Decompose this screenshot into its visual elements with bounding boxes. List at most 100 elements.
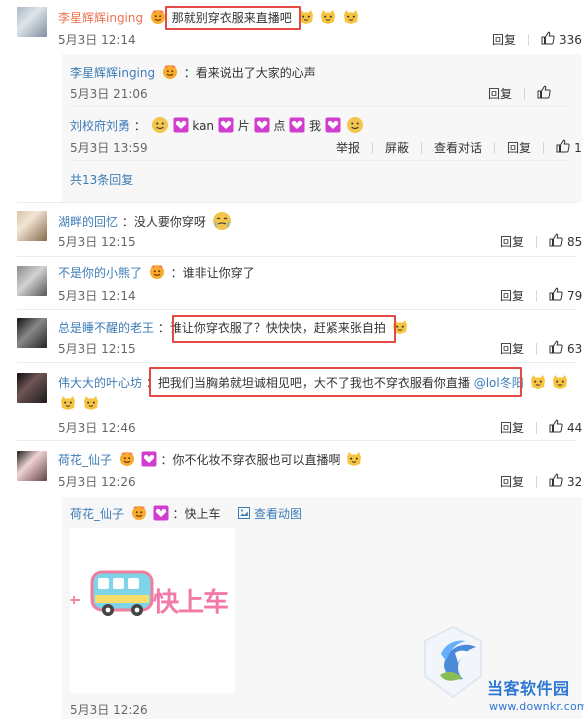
avatar[interactable] [17, 451, 47, 481]
reply-time: 5月3日 13:59 [70, 141, 148, 155]
fox-face-icon [391, 318, 409, 336]
thumbs-up-icon [549, 233, 563, 250]
like-button[interactable]: 63 [549, 340, 582, 357]
reply-time: 5月3日 21:06 [70, 87, 148, 101]
avatar[interactable] [17, 373, 47, 403]
avatar[interactable] [17, 318, 47, 348]
reply-inline-text: 点 [273, 119, 286, 133]
image-caption: 快上车 [153, 588, 229, 618]
heart-icon [325, 117, 341, 133]
comment-actions: 回复 85 [500, 233, 582, 250]
action-divider [528, 33, 530, 46]
heart-icon [141, 451, 157, 467]
more-replies-link[interactable]: 共13条回复 [70, 172, 133, 188]
action-divider [494, 141, 496, 154]
fox-face-icon [529, 373, 547, 391]
reply-line: 李星辉辉inging ：看来说出了大家的心声 [70, 64, 316, 81]
reply-inline-text: kan [192, 119, 215, 133]
emoji-icon [151, 116, 169, 134]
comment-separator [17, 362, 577, 363]
action-divider [536, 289, 538, 302]
vip-badge-icon [131, 505, 147, 521]
comment-actions: 回复 63 [500, 340, 582, 357]
fox-face-icon [82, 394, 100, 412]
like-count: 79 [567, 288, 583, 303]
reply-author[interactable]: 李星辉辉inging [70, 66, 155, 80]
action-divider [536, 235, 538, 248]
action-divider [543, 141, 545, 154]
like-button[interactable] [537, 85, 551, 102]
comment-text: ：把我们当胸弟就坦诚相见吧，大不了我也不穿衣服看你直播 [145, 376, 470, 390]
comment-author[interactable]: 总是睡不醒的老王 [58, 321, 154, 335]
animated-image[interactable]: 快上车 [70, 528, 235, 693]
like-button[interactable]: 79 [549, 287, 582, 304]
fox-face-icon [551, 373, 569, 391]
report-button[interactable]: 举报 [336, 139, 360, 156]
avatar[interactable] [17, 7, 47, 37]
site-watermark-name: 当客软件园 [487, 679, 570, 698]
heart-icon [218, 117, 234, 133]
vip-badge-icon [119, 451, 135, 467]
avatar[interactable] [17, 211, 47, 241]
comment-author[interactable]: 荷花_仙子 [58, 453, 112, 467]
comment-time: 5月3日 12:14 [58, 33, 136, 47]
fox-face-icon [297, 8, 315, 26]
comment-separator [17, 440, 577, 441]
action-divider [372, 141, 374, 154]
comment-author[interactable]: 李星辉辉inging [58, 11, 143, 25]
reply-inline-text: 我 [309, 119, 322, 133]
comment-time: 5月3日 12:14 [58, 289, 136, 303]
like-button[interactable]: 44 [549, 419, 582, 436]
reply-button[interactable]: 回复 [500, 233, 524, 250]
like-count: 63 [567, 341, 583, 356]
avatar[interactable] [17, 266, 47, 296]
comment-actions: 回复 79 [500, 287, 582, 304]
block-button[interactable]: 屏蔽 [385, 139, 409, 156]
comment-separator [17, 309, 577, 310]
site-watermark-icon [420, 623, 486, 701]
comment-actions: 回复 32 [500, 473, 582, 490]
like-count: 1 [574, 140, 582, 155]
heart-icon [289, 117, 305, 133]
fox-face-icon [342, 8, 360, 26]
teary-face-icon [211, 210, 233, 232]
like-count: 32 [567, 474, 583, 489]
like-button[interactable]: 85 [549, 233, 582, 250]
like-button[interactable]: 336 [541, 31, 582, 48]
comment-author[interactable]: 伟大大的叶心坊 [58, 376, 142, 390]
thumbs-up-icon [549, 473, 563, 490]
reply-line: 刘校府刘勇 ： kan 片 点 我 [70, 116, 364, 134]
view-animated-image-link[interactable]: 查看动图 [254, 507, 302, 521]
comment-time: 5月3日 12:15 [58, 342, 136, 356]
reply-button[interactable]: 回复 [488, 85, 512, 102]
action-divider [536, 342, 538, 355]
reply-button[interactable]: 回复 [500, 473, 524, 490]
reply-button[interactable]: 回复 [492, 31, 516, 48]
reply-author[interactable]: 荷花_仙子 [70, 507, 124, 521]
heart-icon [153, 505, 169, 521]
reply-inline-text: 片 [237, 119, 250, 133]
reply-button[interactable]: 回复 [500, 419, 524, 436]
comment-text: ：你不化妆不穿衣服也可以直播啊 [160, 453, 341, 467]
comment-2-line: 湖畔的回忆 ：没人要你穿呀 [58, 210, 233, 232]
reply-line: 荷花_仙子 ：快上车 查看动图 [70, 505, 302, 522]
reply-separator [70, 106, 570, 107]
comment-separator [17, 202, 577, 203]
emoji-icon [346, 116, 364, 134]
thumbs-up-icon [541, 31, 555, 48]
comment-text: 那就别穿衣服来直播吧 [171, 11, 292, 25]
reply-button[interactable]: 回复 [507, 139, 531, 156]
like-button[interactable]: 32 [549, 473, 582, 490]
comment-author[interactable]: 湖畔的回忆 [58, 215, 118, 229]
reply-author[interactable]: 刘校府刘勇 [70, 119, 130, 133]
like-button[interactable]: 1 [556, 139, 582, 156]
action-divider [536, 421, 538, 434]
mention-link[interactable]: @lol冬阳 [474, 376, 524, 390]
comment-author[interactable]: 不是你的小熊了 [58, 266, 142, 280]
view-conversation-button[interactable]: 查看对话 [434, 139, 482, 156]
reply-button[interactable]: 回复 [500, 287, 524, 304]
action-divider [421, 141, 423, 154]
reply-button[interactable]: 回复 [500, 340, 524, 357]
comment-time: 5月3日 12:15 [58, 235, 136, 249]
comment-1-line: 李星辉辉inging 那就别穿衣服来直播吧 [58, 8, 360, 26]
